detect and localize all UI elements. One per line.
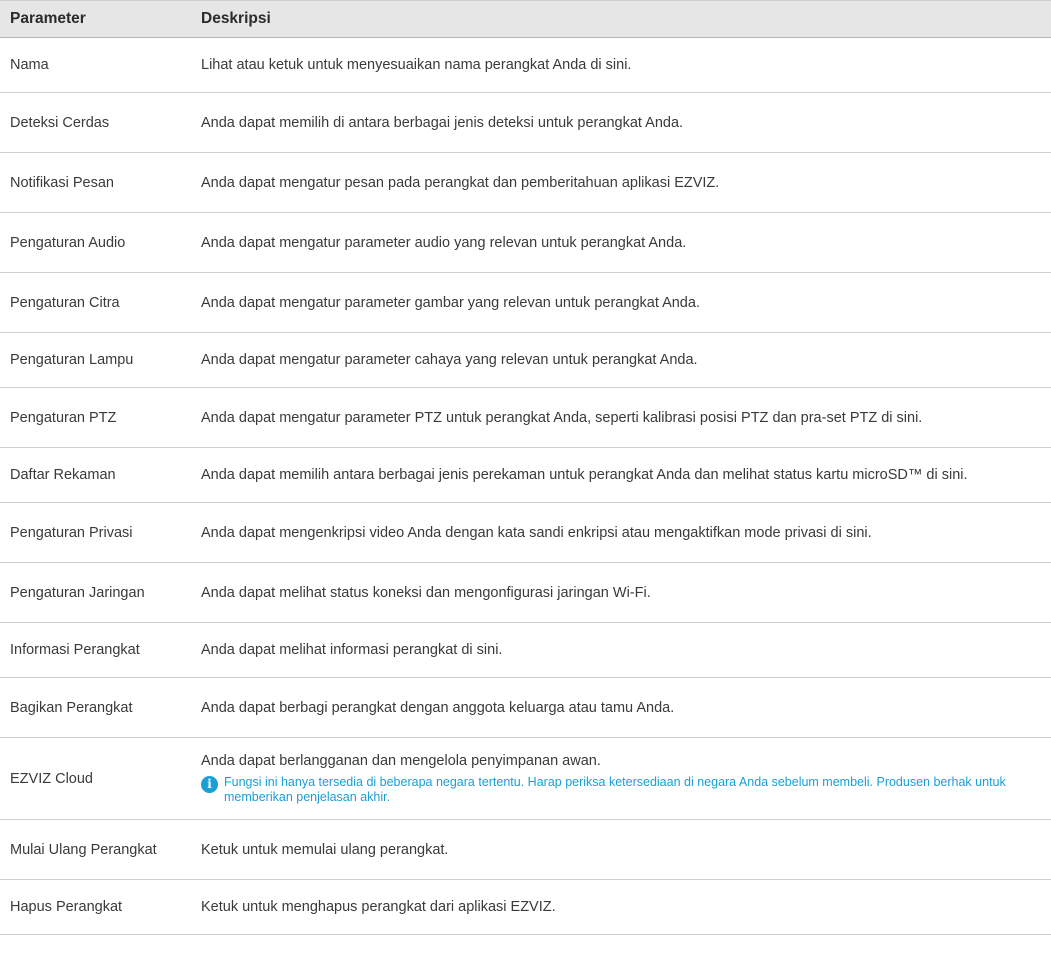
note-text: Fungsi ini hanya tersedia di beberapa ne… — [224, 775, 1006, 804]
row-parameter: EZVIZ Cloud — [0, 737, 196, 820]
table-row: Pengaturan Audio Anda dapat mengatur par… — [0, 212, 1051, 273]
table-row: Deteksi Cerdas Anda dapat memilih di ant… — [0, 92, 1051, 153]
table-row: EZVIZ Cloud Anda dapat berlangganan dan … — [0, 737, 1051, 820]
row-parameter: Informasi Perangkat — [0, 622, 196, 678]
table-row: Nama Lihat atau ketuk untuk menyesuaikan… — [0, 37, 1051, 93]
row-parameter: Bagikan Perangkat — [0, 677, 196, 738]
table-row: Pengaturan PTZ Anda dapat mengatur param… — [0, 387, 1051, 448]
table-row: Pengaturan Lampu Anda dapat mengatur par… — [0, 332, 1051, 388]
row-parameter: Pengaturan Audio — [0, 212, 196, 273]
availability-note: i Fungsi ini hanya tersedia di beberapa … — [201, 775, 1039, 805]
row-description: Anda dapat melihat status koneksi dan me… — [196, 562, 1051, 623]
table-row: Bagikan Perangkat Anda dapat berbagi per… — [0, 677, 1051, 738]
row-description: Anda dapat memilih antara berbagai jenis… — [196, 447, 1051, 503]
row-description: Ketuk untuk memulai ulang perangkat. — [196, 819, 1051, 880]
row-parameter: Mulai Ulang Perangkat — [0, 819, 196, 880]
table-header-row: Parameter Deskripsi — [0, 0, 1051, 38]
row-description: Anda dapat mengatur parameter cahaya yan… — [196, 332, 1051, 388]
table-row: Pengaturan Citra Anda dapat mengatur par… — [0, 272, 1051, 333]
table-row: Pengaturan Jaringan Anda dapat melihat s… — [0, 562, 1051, 623]
table-row: Notifikasi Pesan Anda dapat mengatur pes… — [0, 152, 1051, 213]
row-description: Anda dapat mengatur parameter gambar yan… — [196, 272, 1051, 333]
row-parameter: Pengaturan Lampu — [0, 332, 196, 388]
parameter-table: Parameter Deskripsi Nama Lihat atau ketu… — [0, 0, 1051, 935]
table-row: Pengaturan Privasi Anda dapat mengenkrip… — [0, 502, 1051, 563]
header-description: Deskripsi — [196, 0, 1051, 38]
row-parameter: Pengaturan PTZ — [0, 387, 196, 448]
row-parameter: Pengaturan Privasi — [0, 502, 196, 563]
row-description: Anda dapat melihat informasi perangkat d… — [196, 622, 1051, 678]
table-row: Mulai Ulang Perangkat Ketuk untuk memula… — [0, 819, 1051, 880]
row-description: Ketuk untuk menghapus perangkat dari apl… — [196, 879, 1051, 935]
row-description: Anda dapat mengatur parameter PTZ untuk … — [196, 387, 1051, 448]
table-row: Daftar Rekaman Anda dapat memilih antara… — [0, 447, 1051, 503]
row-parameter: Pengaturan Jaringan — [0, 562, 196, 623]
row-description: Lihat atau ketuk untuk menyesuaikan nama… — [196, 37, 1051, 93]
row-description: Anda dapat mengatur parameter audio yang… — [196, 212, 1051, 273]
row-description: Anda dapat mengatur pesan pada perangkat… — [196, 152, 1051, 213]
row-description: Anda dapat berbagi perangkat dengan angg… — [196, 677, 1051, 738]
row-parameter: Pengaturan Citra — [0, 272, 196, 333]
row-description: Anda dapat berlangganan dan mengelola pe… — [201, 753, 601, 769]
row-parameter: Notifikasi Pesan — [0, 152, 196, 213]
table-row: Informasi Perangkat Anda dapat melihat i… — [0, 622, 1051, 678]
row-description: Anda dapat memilih di antara berbagai je… — [196, 92, 1051, 153]
table-row: Hapus Perangkat Ketuk untuk menghapus pe… — [0, 879, 1051, 935]
row-description: Anda dapat mengenkripsi video Anda denga… — [196, 502, 1051, 563]
row-parameter: Deteksi Cerdas — [0, 92, 196, 153]
row-parameter: Nama — [0, 37, 196, 93]
row-parameter: Daftar Rekaman — [0, 447, 196, 503]
row-parameter: Hapus Perangkat — [0, 879, 196, 935]
info-icon: i — [201, 776, 218, 793]
row-description-cell: Anda dapat berlangganan dan mengelola pe… — [196, 737, 1051, 820]
header-parameter: Parameter — [0, 0, 196, 38]
